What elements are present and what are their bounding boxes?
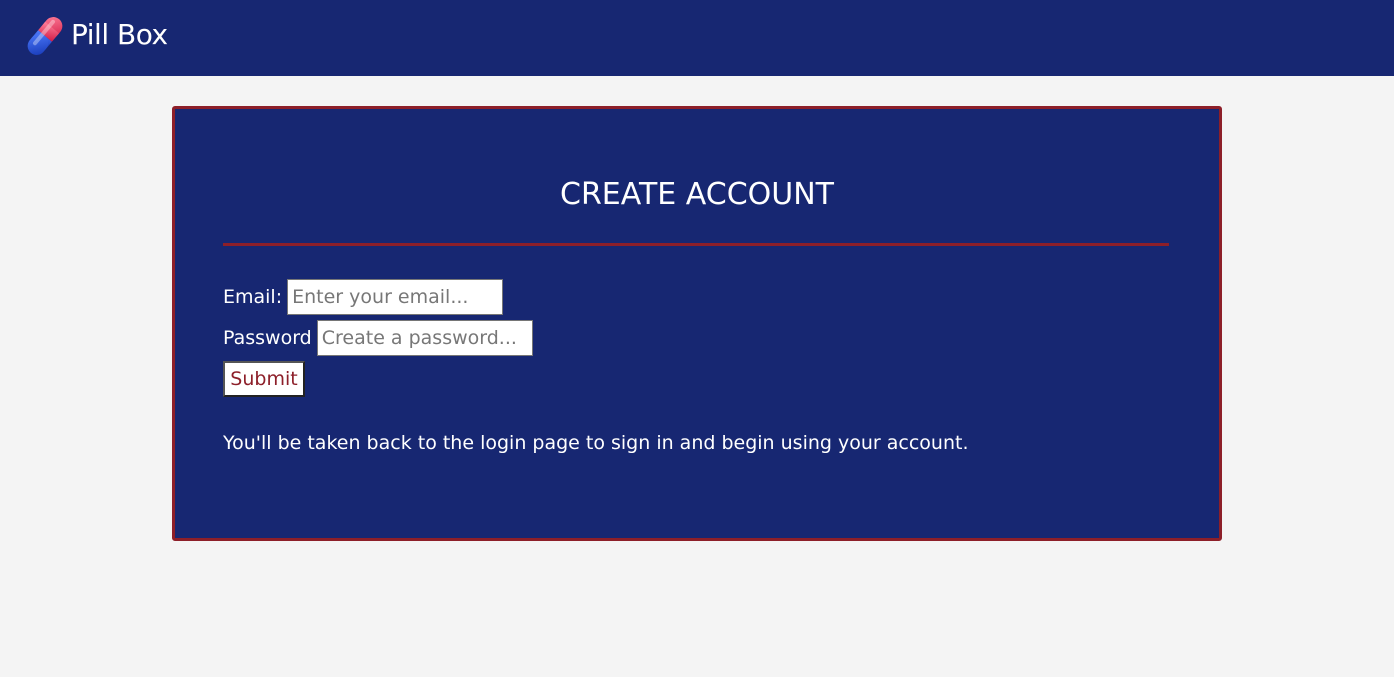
create-account-card: CREATE ACCOUNT Email: Password Submit Yo…	[172, 106, 1222, 541]
page-title: CREATE ACCOUNT	[560, 177, 834, 212]
info-note: You'll be taken back to the login page t…	[223, 432, 969, 454]
email-field[interactable]	[287, 279, 504, 315]
password-label: Password	[223, 327, 312, 349]
submit-button[interactable]: Submit	[223, 361, 305, 397]
title-divider	[223, 243, 1169, 246]
password-field[interactable]	[316, 320, 533, 356]
pill-capsule-icon[interactable]	[24, 12, 66, 60]
password-row: Password	[223, 320, 533, 356]
brand-name[interactable]: Pill Box	[71, 17, 168, 53]
top-navbar: Pill Box	[0, 0, 1394, 76]
email-row: Email:	[223, 279, 504, 315]
email-label: Email:	[223, 286, 283, 308]
